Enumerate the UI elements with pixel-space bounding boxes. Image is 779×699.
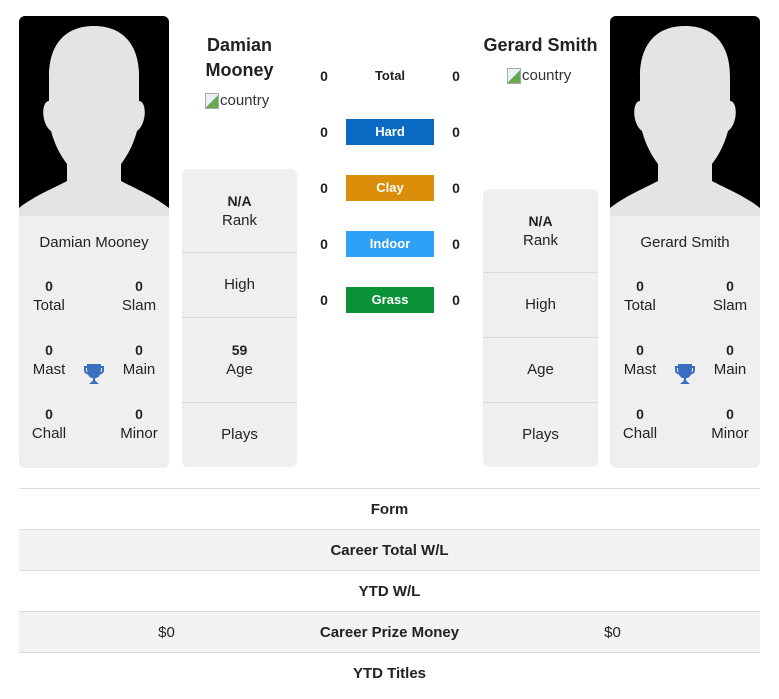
player2-title-chall: 0 Chall	[622, 406, 658, 442]
player1-photo	[19, 16, 169, 216]
broken-image-icon	[507, 67, 521, 84]
player1-title-mast: 0 Mast	[32, 342, 66, 378]
player2-title-minor: 0 Minor	[711, 406, 749, 442]
player2-age: Age	[483, 338, 598, 403]
player1-title-total: 0 Total	[33, 278, 65, 314]
stats-row-ytd-titles: YTD Titles	[352, 665, 427, 682]
surface-badge-hard: Hard	[346, 119, 434, 145]
surface-row-hard: 0 Hard 0	[300, 119, 480, 145]
player2-country-flag: country	[507, 67, 571, 84]
broken-image-icon	[205, 92, 219, 109]
stats-row-form: Form	[19, 489, 760, 530]
surface-row-clay: 0 Clay 0	[300, 175, 480, 201]
player2-plays: Plays	[522, 426, 559, 443]
player1-title-chall: 0 Chall	[31, 406, 67, 442]
player1-info-card: N/A Rank High 59 Age Plays	[182, 169, 297, 467]
trophy-icon	[675, 364, 695, 384]
stats-row-career-total-wl: Career Total W/L	[19, 530, 760, 571]
player2-title-slam: 0 Slam	[712, 278, 748, 314]
surface-badge-grass: Grass	[346, 287, 434, 313]
player1-title-main: 0 Main	[122, 342, 156, 378]
player2-card-name: Gerard Smith	[640, 234, 730, 251]
player1-high: High	[182, 253, 297, 318]
player2-name-heading[interactable]: Gerard Smith	[478, 33, 603, 58]
surface-row-indoor: 0 Indoor 0	[300, 231, 480, 257]
stats-table: Form Career Total W/L YTD W/L $0 Career …	[19, 488, 760, 694]
player2-title-mast: 0 Mast	[623, 342, 657, 378]
player1-name-heading[interactable]: Damian Mooney	[182, 33, 297, 83]
surface-row-total: 0 Total 0	[320, 68, 460, 84]
player2-card: Gerard Smith 0 Total 0 Slam 0 Mast 0 Main 0C…	[610, 16, 760, 468]
player1-card: Damian Mooney 0 Total 0 Slam 0 Mast 0 Main 0…	[19, 16, 169, 468]
player2-title-total: 0 Total	[624, 278, 656, 314]
surface-badge-indoor: Indoor	[346, 231, 434, 257]
player1-titles: 0 Total 0 Slam 0 Mast 0 Main 0 Chall 0 Minor	[19, 258, 169, 458]
player2-titles: 0 Total 0 Slam 0 Mast 0 Main 0 Chall 0 Minor	[610, 258, 760, 458]
surface-row-grass: 0 Grass 0	[300, 287, 480, 313]
player2-high: High	[483, 273, 598, 338]
stats-row-career-prize-money: $0 Career Prize Money $0	[19, 612, 760, 653]
player2-info-card: N/A Rank High Age Plays	[483, 189, 598, 467]
silhouette-icon	[610, 26, 760, 216]
trophy-icon	[84, 364, 104, 384]
player1-age: 59 Age	[182, 318, 297, 403]
player1-country-flag: country	[205, 92, 269, 109]
player1-plays: Plays	[221, 426, 258, 443]
player1-title-slam: 0 Slam	[121, 278, 157, 314]
player1-rank: N/A Rank	[182, 169, 297, 253]
stats-row-ytd-wl: YTD W/L	[19, 571, 760, 612]
player2-title-main: 0 Main	[713, 342, 747, 378]
surface-badge-clay: Clay	[346, 175, 434, 201]
player1-card-name: Damian Mooney	[39, 234, 149, 251]
player2-photo	[610, 16, 760, 216]
silhouette-icon	[19, 26, 169, 216]
player1-title-minor: 0 Minor	[120, 406, 158, 442]
player2-rank: N/A Rank	[483, 189, 598, 273]
